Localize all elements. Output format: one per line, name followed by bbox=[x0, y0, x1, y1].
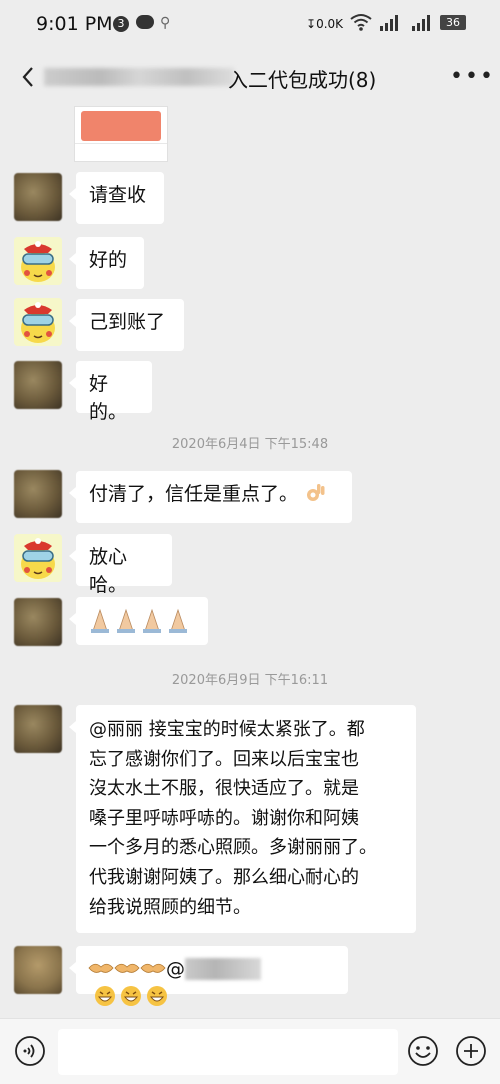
plus-icon[interactable] bbox=[455, 1035, 487, 1067]
message-bubble[interactable]: @ bbox=[69, 946, 348, 1006]
avatar[interactable] bbox=[14, 361, 62, 409]
praying-hands-icon bbox=[91, 608, 187, 633]
thumbnail-divider bbox=[75, 143, 167, 144]
message-bubble[interactable]: 付清了，信任是重点了。 bbox=[69, 471, 352, 523]
smiley-icon[interactable] bbox=[407, 1035, 439, 1067]
avatar[interactable] bbox=[14, 470, 62, 518]
message-line: 沒太水土不服，很快适应了。就是 bbox=[89, 778, 359, 800]
image-message-thumbnail[interactable] bbox=[74, 106, 168, 162]
pikachu-avatar-icon bbox=[14, 534, 62, 582]
pikachu-avatar-icon bbox=[14, 237, 62, 285]
message-bubble[interactable] bbox=[69, 597, 208, 645]
message-text: 请查收 bbox=[89, 184, 147, 206]
message-bubble[interactable]: 己到账了 bbox=[69, 299, 184, 351]
message-line: 忘了感谢你们了。回来以后宝宝也 bbox=[89, 748, 359, 770]
message-input[interactable] bbox=[58, 1029, 398, 1075]
avatar[interactable] bbox=[14, 237, 62, 285]
thumbnail-red-area bbox=[81, 111, 161, 141]
wifi-icon bbox=[350, 14, 372, 31]
status-time: 9:01 PM bbox=[36, 13, 113, 35]
net-speed: ↧0.0K bbox=[306, 17, 344, 31]
signal-icon bbox=[380, 15, 398, 31]
more-dots-icon[interactable]: ••• bbox=[450, 64, 495, 89]
person-icon: ⚲ bbox=[160, 15, 171, 31]
message-bubble[interactable]: 放心哈。 bbox=[69, 534, 172, 596]
ok-hand-icon bbox=[307, 484, 325, 501]
blurred-mention-name bbox=[185, 958, 261, 980]
message-text: 放心哈。 bbox=[89, 546, 128, 596]
message-line: 代我谢谢阿姨了。那么细心耐心的 bbox=[89, 866, 359, 888]
long-message-bubble[interactable]: @丽丽 接宝宝的时候太紧张了。都 忘了感谢你们了。回来以后宝宝也 沒太水土不服，… bbox=[69, 705, 416, 933]
message-text: 付清了，信任是重点了。 bbox=[89, 483, 299, 505]
chat-input-bar bbox=[0, 1018, 500, 1084]
chat-timestamp: 2020年6月9日 下午16:11 bbox=[171, 673, 329, 688]
battery-icon: 36 bbox=[440, 15, 466, 30]
avatar[interactable] bbox=[14, 534, 62, 582]
message-bubble[interactable]: 好的。 bbox=[69, 361, 152, 423]
mention-at: @ bbox=[166, 958, 185, 980]
message-text: 好的。 bbox=[89, 373, 128, 423]
message-bubble[interactable]: 好的 bbox=[69, 237, 144, 289]
message-line: 嗓子里呼哧呼哧的。谢谢你和阿姨 bbox=[89, 807, 359, 829]
voice-icon[interactable] bbox=[14, 1035, 46, 1067]
message-notification-icon bbox=[136, 15, 154, 29]
avatar[interactable] bbox=[14, 173, 62, 221]
back-chevron-icon[interactable] bbox=[14, 62, 44, 92]
message-text: 好的 bbox=[89, 249, 128, 271]
avatar[interactable] bbox=[14, 946, 62, 994]
status-bar: 9:01 PM 3 ⚲ ↧0.0K 36 bbox=[0, 0, 500, 48]
message-line: 一个多月的悉心照顾。多谢丽丽了。 bbox=[89, 837, 377, 859]
message-line: 给我说照顾的细节。 bbox=[89, 896, 251, 918]
message-text: 己到账了 bbox=[89, 311, 166, 333]
avatar[interactable] bbox=[14, 705, 62, 753]
handshake-icon bbox=[88, 963, 166, 973]
message-line: @丽丽 接宝宝的时候太紧张了。都 bbox=[89, 719, 365, 740]
chat-header: 入二代包成功(8) ••• bbox=[0, 48, 500, 106]
grin-icon bbox=[95, 986, 167, 1006]
avatar[interactable] bbox=[14, 598, 62, 646]
avatar[interactable] bbox=[14, 298, 62, 346]
blurred-title-part bbox=[44, 68, 234, 86]
message-bubble[interactable]: 请查收 bbox=[69, 172, 164, 224]
net-speed-value: 0.0K bbox=[316, 17, 344, 31]
chat-title: 入二代包成功(8) bbox=[228, 68, 377, 92]
signal-icon-2 bbox=[412, 15, 430, 31]
pikachu-avatar-icon bbox=[14, 298, 62, 346]
notification-badge: 3 bbox=[113, 16, 129, 32]
chat-timestamp: 2020年6月4日 下午15:48 bbox=[171, 437, 329, 452]
